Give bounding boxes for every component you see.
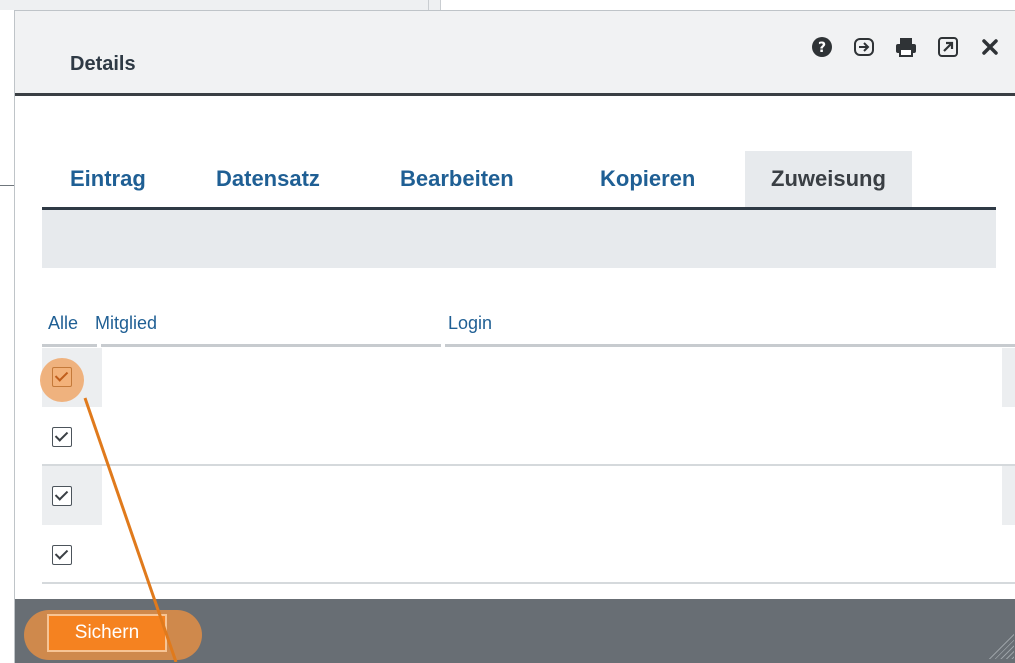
tab-zuweisung[interactable]: Zuweisung xyxy=(745,151,912,207)
row-cell xyxy=(102,466,1002,525)
table-row xyxy=(42,407,1015,466)
row-checkbox[interactable] xyxy=(52,486,72,506)
row-cell xyxy=(102,348,1002,407)
row-checkbox[interactable] xyxy=(52,367,72,387)
resize-grip[interactable] xyxy=(988,633,1014,659)
header-underline xyxy=(42,344,97,347)
save-button[interactable]: Sichern xyxy=(47,614,167,652)
header-toolbar: ? xyxy=(810,35,1002,59)
tab-bearbeiten[interactable]: Bearbeiten xyxy=(400,151,514,207)
background-divider-line xyxy=(0,185,14,186)
tab-datensatz[interactable]: Datensatz xyxy=(216,151,320,207)
header-underline xyxy=(101,344,441,347)
svg-text:?: ? xyxy=(818,40,826,56)
row-divider xyxy=(42,582,1015,584)
print-icon[interactable] xyxy=(894,35,918,59)
row-checkbox[interactable] xyxy=(52,545,72,565)
header-underline xyxy=(445,344,1015,347)
dialog-title: Details xyxy=(70,53,136,75)
tab-kopieren[interactable]: Kopieren xyxy=(600,151,695,207)
tab-bar: Eintrag Datensatz Bearbeiten Kopieren Zu… xyxy=(42,151,996,210)
row-checkbox[interactable] xyxy=(52,427,72,447)
tab-toolbar-band xyxy=(42,210,996,268)
help-icon[interactable]: ? xyxy=(810,35,834,59)
column-header-all[interactable]: Alle xyxy=(48,313,78,334)
table-row xyxy=(42,348,1015,407)
table-row xyxy=(42,525,1015,584)
close-icon[interactable] xyxy=(978,35,1002,59)
open-external-icon[interactable] xyxy=(936,35,960,59)
dialog-header: Details ? xyxy=(15,11,1015,96)
table-row xyxy=(42,466,1015,525)
background-panel xyxy=(0,0,441,10)
details-dialog: Details ? Eintrag Datensatz Bearbeiten K… xyxy=(14,10,1015,663)
background-divider xyxy=(428,0,429,10)
login-icon[interactable] xyxy=(852,35,876,59)
column-header-member[interactable]: Mitglied xyxy=(95,313,157,334)
column-header-login[interactable]: Login xyxy=(448,313,492,334)
tab-eintrag[interactable]: Eintrag xyxy=(70,151,146,207)
